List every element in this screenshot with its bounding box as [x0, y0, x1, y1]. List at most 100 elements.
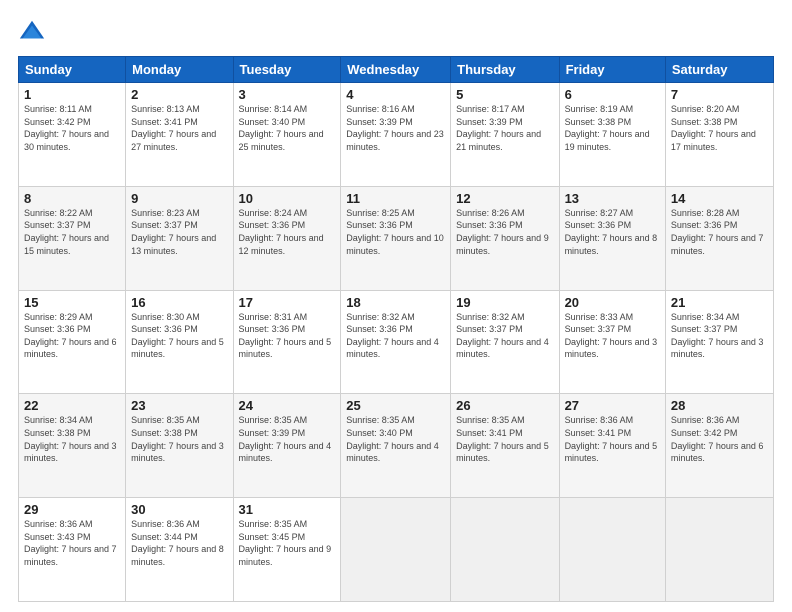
calendar-cell: 20Sunrise: 8:33 AMSunset: 3:37 PMDayligh… — [559, 290, 665, 394]
day-info: Sunrise: 8:36 AMSunset: 3:44 PMDaylight:… — [131, 518, 227, 568]
calendar-cell: 13Sunrise: 8:27 AMSunset: 3:36 PMDayligh… — [559, 186, 665, 290]
day-number: 26 — [456, 398, 553, 413]
calendar-cell: 17Sunrise: 8:31 AMSunset: 3:36 PMDayligh… — [233, 290, 341, 394]
calendar-cell: 26Sunrise: 8:35 AMSunset: 3:41 PMDayligh… — [451, 394, 559, 498]
day-info: Sunrise: 8:16 AMSunset: 3:39 PMDaylight:… — [346, 103, 445, 153]
calendar-cell: 28Sunrise: 8:36 AMSunset: 3:42 PMDayligh… — [665, 394, 773, 498]
calendar-cell — [341, 498, 451, 602]
day-number: 23 — [131, 398, 227, 413]
day-info: Sunrise: 8:35 AMSunset: 3:41 PMDaylight:… — [456, 414, 553, 464]
day-info: Sunrise: 8:17 AMSunset: 3:39 PMDaylight:… — [456, 103, 553, 153]
calendar-cell: 19Sunrise: 8:32 AMSunset: 3:37 PMDayligh… — [451, 290, 559, 394]
day-info: Sunrise: 8:28 AMSunset: 3:36 PMDaylight:… — [671, 207, 768, 257]
calendar-cell: 10Sunrise: 8:24 AMSunset: 3:36 PMDayligh… — [233, 186, 341, 290]
calendar-cell: 2Sunrise: 8:13 AMSunset: 3:41 PMDaylight… — [126, 83, 233, 187]
calendar-cell: 8Sunrise: 8:22 AMSunset: 3:37 PMDaylight… — [19, 186, 126, 290]
calendar-cell: 15Sunrise: 8:29 AMSunset: 3:36 PMDayligh… — [19, 290, 126, 394]
day-number: 20 — [565, 295, 660, 310]
calendar-cell: 27Sunrise: 8:36 AMSunset: 3:41 PMDayligh… — [559, 394, 665, 498]
day-number: 29 — [24, 502, 120, 517]
day-info: Sunrise: 8:30 AMSunset: 3:36 PMDaylight:… — [131, 311, 227, 361]
day-info: Sunrise: 8:22 AMSunset: 3:37 PMDaylight:… — [24, 207, 120, 257]
top-section — [18, 18, 774, 46]
calendar-cell: 14Sunrise: 8:28 AMSunset: 3:36 PMDayligh… — [665, 186, 773, 290]
day-number: 9 — [131, 191, 227, 206]
day-number: 21 — [671, 295, 768, 310]
day-number: 24 — [239, 398, 336, 413]
day-info: Sunrise: 8:13 AMSunset: 3:41 PMDaylight:… — [131, 103, 227, 153]
calendar-cell: 11Sunrise: 8:25 AMSunset: 3:36 PMDayligh… — [341, 186, 451, 290]
calendar-cell: 25Sunrise: 8:35 AMSunset: 3:40 PMDayligh… — [341, 394, 451, 498]
calendar-cell: 4Sunrise: 8:16 AMSunset: 3:39 PMDaylight… — [341, 83, 451, 187]
day-number: 27 — [565, 398, 660, 413]
day-number: 6 — [565, 87, 660, 102]
day-info: Sunrise: 8:23 AMSunset: 3:37 PMDaylight:… — [131, 207, 227, 257]
weekday-header-sunday: Sunday — [19, 57, 126, 83]
calendar-cell: 24Sunrise: 8:35 AMSunset: 3:39 PMDayligh… — [233, 394, 341, 498]
day-number: 2 — [131, 87, 227, 102]
day-number: 3 — [239, 87, 336, 102]
calendar-cell: 22Sunrise: 8:34 AMSunset: 3:38 PMDayligh… — [19, 394, 126, 498]
logo-icon — [18, 18, 46, 46]
day-number: 16 — [131, 295, 227, 310]
calendar-table: SundayMondayTuesdayWednesdayThursdayFrid… — [18, 56, 774, 602]
calendar-cell: 6Sunrise: 8:19 AMSunset: 3:38 PMDaylight… — [559, 83, 665, 187]
weekday-header-tuesday: Tuesday — [233, 57, 341, 83]
day-number: 19 — [456, 295, 553, 310]
weekday-header-monday: Monday — [126, 57, 233, 83]
day-info: Sunrise: 8:11 AMSunset: 3:42 PMDaylight:… — [24, 103, 120, 153]
day-info: Sunrise: 8:36 AMSunset: 3:41 PMDaylight:… — [565, 414, 660, 464]
calendar-cell: 23Sunrise: 8:35 AMSunset: 3:38 PMDayligh… — [126, 394, 233, 498]
calendar-cell: 1Sunrise: 8:11 AMSunset: 3:42 PMDaylight… — [19, 83, 126, 187]
calendar-cell — [451, 498, 559, 602]
day-info: Sunrise: 8:24 AMSunset: 3:36 PMDaylight:… — [239, 207, 336, 257]
day-number: 28 — [671, 398, 768, 413]
day-number: 10 — [239, 191, 336, 206]
day-info: Sunrise: 8:32 AMSunset: 3:37 PMDaylight:… — [456, 311, 553, 361]
calendar-cell: 5Sunrise: 8:17 AMSunset: 3:39 PMDaylight… — [451, 83, 559, 187]
day-number: 30 — [131, 502, 227, 517]
calendar-cell: 7Sunrise: 8:20 AMSunset: 3:38 PMDaylight… — [665, 83, 773, 187]
day-info: Sunrise: 8:34 AMSunset: 3:37 PMDaylight:… — [671, 311, 768, 361]
calendar-cell: 31Sunrise: 8:35 AMSunset: 3:45 PMDayligh… — [233, 498, 341, 602]
day-info: Sunrise: 8:26 AMSunset: 3:36 PMDaylight:… — [456, 207, 553, 257]
calendar-cell: 29Sunrise: 8:36 AMSunset: 3:43 PMDayligh… — [19, 498, 126, 602]
day-info: Sunrise: 8:34 AMSunset: 3:38 PMDaylight:… — [24, 414, 120, 464]
day-info: Sunrise: 8:36 AMSunset: 3:43 PMDaylight:… — [24, 518, 120, 568]
day-info: Sunrise: 8:35 AMSunset: 3:38 PMDaylight:… — [131, 414, 227, 464]
day-info: Sunrise: 8:25 AMSunset: 3:36 PMDaylight:… — [346, 207, 445, 257]
day-info: Sunrise: 8:14 AMSunset: 3:40 PMDaylight:… — [239, 103, 336, 153]
weekday-header-friday: Friday — [559, 57, 665, 83]
weekday-header-wednesday: Wednesday — [341, 57, 451, 83]
day-info: Sunrise: 8:31 AMSunset: 3:36 PMDaylight:… — [239, 311, 336, 361]
weekday-header-saturday: Saturday — [665, 57, 773, 83]
calendar-cell: 30Sunrise: 8:36 AMSunset: 3:44 PMDayligh… — [126, 498, 233, 602]
day-number: 8 — [24, 191, 120, 206]
day-number: 22 — [24, 398, 120, 413]
day-info: Sunrise: 8:27 AMSunset: 3:36 PMDaylight:… — [565, 207, 660, 257]
day-info: Sunrise: 8:19 AMSunset: 3:38 PMDaylight:… — [565, 103, 660, 153]
logo — [18, 18, 50, 46]
calendar-cell: 9Sunrise: 8:23 AMSunset: 3:37 PMDaylight… — [126, 186, 233, 290]
day-number: 17 — [239, 295, 336, 310]
day-number: 11 — [346, 191, 445, 206]
day-number: 1 — [24, 87, 120, 102]
weekday-header-thursday: Thursday — [451, 57, 559, 83]
day-number: 13 — [565, 191, 660, 206]
day-number: 14 — [671, 191, 768, 206]
day-number: 7 — [671, 87, 768, 102]
day-number: 12 — [456, 191, 553, 206]
calendar-cell: 12Sunrise: 8:26 AMSunset: 3:36 PMDayligh… — [451, 186, 559, 290]
day-info: Sunrise: 8:32 AMSunset: 3:36 PMDaylight:… — [346, 311, 445, 361]
day-number: 15 — [24, 295, 120, 310]
calendar-cell: 18Sunrise: 8:32 AMSunset: 3:36 PMDayligh… — [341, 290, 451, 394]
day-number: 4 — [346, 87, 445, 102]
calendar-cell: 21Sunrise: 8:34 AMSunset: 3:37 PMDayligh… — [665, 290, 773, 394]
calendar-cell: 3Sunrise: 8:14 AMSunset: 3:40 PMDaylight… — [233, 83, 341, 187]
day-info: Sunrise: 8:29 AMSunset: 3:36 PMDaylight:… — [24, 311, 120, 361]
day-info: Sunrise: 8:33 AMSunset: 3:37 PMDaylight:… — [565, 311, 660, 361]
page: SundayMondayTuesdayWednesdayThursdayFrid… — [0, 0, 792, 612]
day-info: Sunrise: 8:35 AMSunset: 3:39 PMDaylight:… — [239, 414, 336, 464]
day-number: 18 — [346, 295, 445, 310]
day-info: Sunrise: 8:35 AMSunset: 3:40 PMDaylight:… — [346, 414, 445, 464]
